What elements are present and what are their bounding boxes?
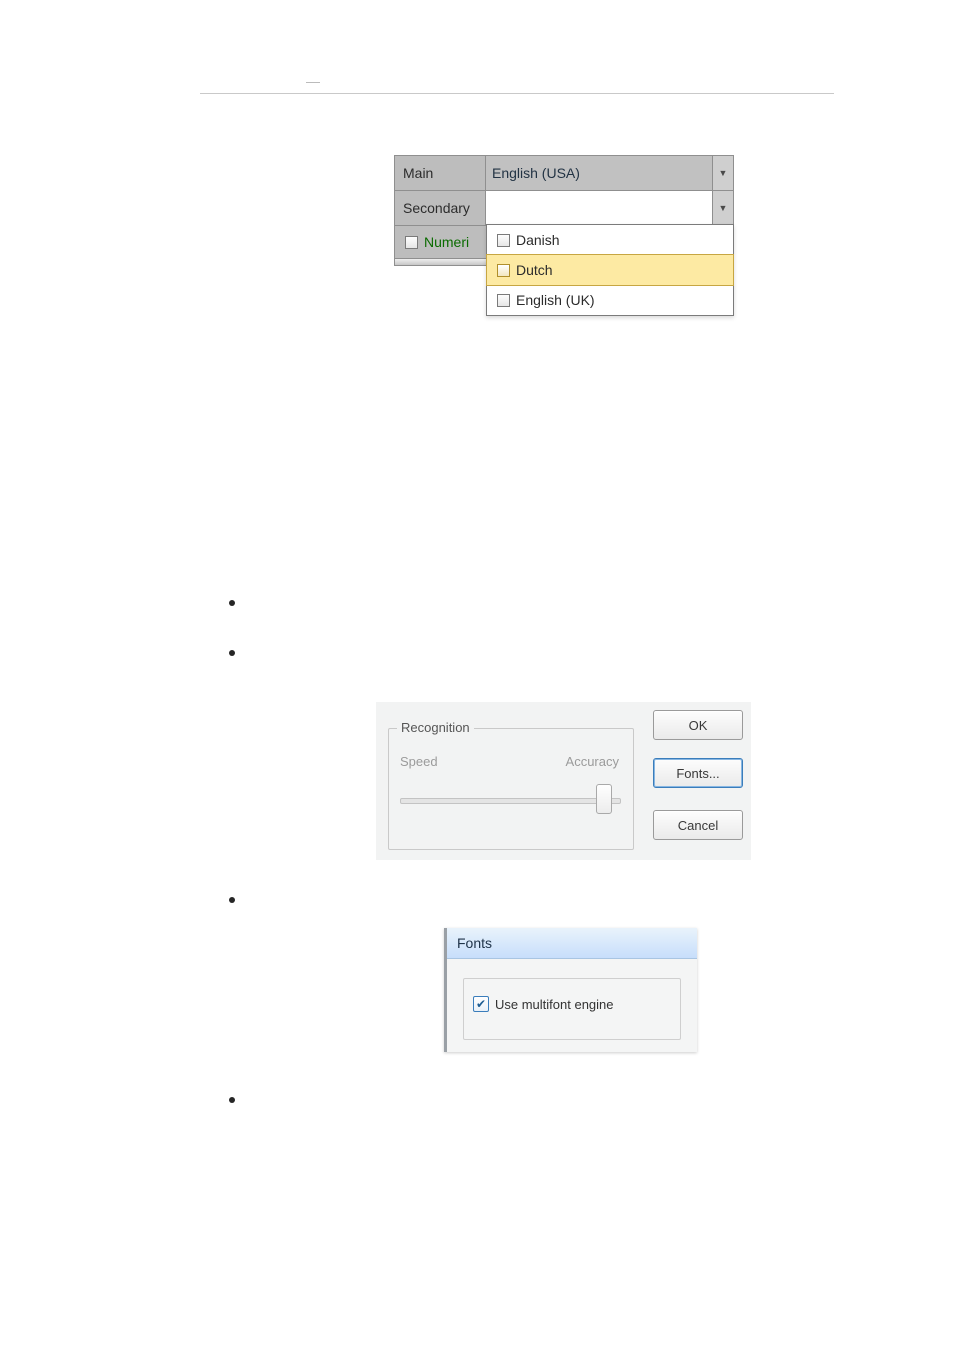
option-english-uk[interactable]: English (UK) [487,285,733,315]
option-label: Danish [516,232,560,248]
header-rule [200,93,834,94]
chevron-down-icon[interactable]: ▼ [712,191,733,225]
secondary-dropdown-list[interactable]: Danish Dutch English (UK) [486,224,734,316]
secondary-label: Secondary [395,191,485,225]
use-multifont-label: Use multifont engine [495,997,614,1012]
language-panel: Main English (USA) ▼ Secondary ▼ Numeri … [394,155,734,266]
ok-button[interactable]: OK [653,710,743,740]
option-label: Dutch [516,262,553,278]
option-label: English (UK) [516,292,595,308]
speed-label: Speed [400,754,438,769]
option-checkbox[interactable] [497,234,510,247]
chevron-down-icon[interactable]: ▼ [712,156,733,190]
bullet-icon [229,1097,235,1103]
main-dropdown[interactable]: English (USA) ▼ [485,156,733,190]
main-label: Main [395,156,485,190]
numeric-checkbox[interactable] [405,236,418,249]
recognition-panel: Recognition Speed Accuracy OK Fonts... C… [376,702,751,860]
header-dash [306,82,320,83]
bullet-icon [229,897,235,903]
cancel-button[interactable]: Cancel [653,810,743,840]
recognition-slider-track[interactable] [400,798,621,804]
fonts-dialog: Fonts ✔ Use multifont engine [444,928,697,1052]
option-dutch[interactable]: Dutch [486,254,734,286]
option-danish[interactable]: Danish [487,225,733,255]
use-multifont-checkbox[interactable]: ✔ [473,996,489,1012]
recognition-slider-thumb[interactable] [596,784,612,814]
secondary-dropdown[interactable]: ▼ [485,191,733,225]
page: Main English (USA) ▼ Secondary ▼ Numeri … [0,0,954,1350]
fonts-dialog-title: Fonts [447,928,697,959]
accuracy-label: Accuracy [566,754,619,769]
main-dropdown-value: English (USA) [486,165,712,181]
main-row: Main English (USA) ▼ [394,155,734,191]
use-multifont-checkbox-row[interactable]: ✔ Use multifont engine [473,996,614,1012]
numeric-label: Numeri [424,234,469,250]
bullet-icon [229,600,235,606]
option-checkbox[interactable] [497,294,510,307]
secondary-row: Secondary ▼ [394,190,734,226]
bullet-icon [229,650,235,656]
option-checkbox[interactable] [497,264,510,277]
recognition-group-title: Recognition [397,720,474,735]
fonts-button[interactable]: Fonts... [653,758,743,788]
